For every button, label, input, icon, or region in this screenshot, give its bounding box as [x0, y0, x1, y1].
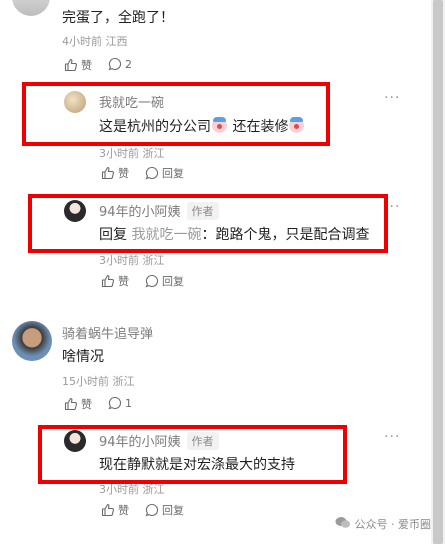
- highlight-box: [22, 82, 330, 146]
- like-button[interactable]: 赞: [101, 502, 129, 518]
- like-button[interactable]: 赞: [101, 165, 129, 181]
- reply-count: 2: [125, 57, 132, 71]
- highlight-box: [38, 425, 347, 484]
- more-dots-icon[interactable]: ···: [384, 429, 400, 445]
- comment-bubble-icon: [108, 396, 122, 410]
- reply-bubble-icon: [145, 503, 159, 517]
- reply-button[interactable]: 回复: [145, 273, 184, 289]
- comment-meta: 15小时前 浙江: [62, 375, 135, 388]
- comment-button[interactable]: 2: [108, 57, 132, 71]
- reply-label: 回复: [162, 275, 184, 288]
- highlight-box: [28, 194, 388, 253]
- reply-label: 回复: [162, 167, 184, 180]
- comment-meta: 4小时前 江西: [62, 35, 128, 48]
- reply-button[interactable]: 回复: [145, 502, 184, 518]
- thumbs-up-icon: [64, 58, 78, 72]
- like-label: 赞: [118, 275, 129, 288]
- avatar[interactable]: [12, 0, 50, 16]
- like-button[interactable]: 赞: [101, 273, 129, 289]
- reply-meta: 3小时前 浙江: [99, 147, 165, 160]
- thumbs-up-icon: [101, 166, 115, 180]
- like-label: 赞: [81, 59, 92, 72]
- thumbs-up-icon: [101, 274, 115, 288]
- reply-meta: 3小时前 浙江: [99, 254, 165, 267]
- like-button[interactable]: 赞: [64, 57, 92, 73]
- more-dots-icon[interactable]: ···: [384, 90, 400, 106]
- avatar[interactable]: [12, 321, 52, 361]
- like-label: 赞: [118, 504, 129, 517]
- comment-username[interactable]: 骑着蜗牛追导弹: [62, 323, 153, 342]
- reply-bubble-icon: [145, 274, 159, 288]
- scrollbar[interactable]: [431, 0, 445, 544]
- comment-bubble-icon: [108, 57, 122, 71]
- reply-count: 1: [125, 396, 132, 410]
- wechat-icon: [335, 516, 351, 532]
- thumbs-up-icon: [101, 503, 115, 517]
- like-label: 赞: [118, 167, 129, 180]
- watermark-text: 公众号 · 爱币圈: [354, 518, 432, 531]
- scrollbar-thumb[interactable]: [433, 0, 443, 544]
- comment-content: 完蛋了，全跑了！: [62, 10, 174, 26]
- comment-content: 啥情况: [62, 349, 104, 365]
- like-button[interactable]: 赞: [64, 396, 92, 412]
- reply-label: 回复: [162, 504, 184, 517]
- like-label: 赞: [81, 398, 92, 411]
- reply-bubble-icon: [145, 166, 159, 180]
- thumbs-up-icon: [64, 397, 78, 411]
- reply-button[interactable]: 回复: [145, 165, 184, 181]
- watermark: 公众号 · 爱币圈: [335, 516, 432, 532]
- comment-button[interactable]: 1: [108, 396, 132, 410]
